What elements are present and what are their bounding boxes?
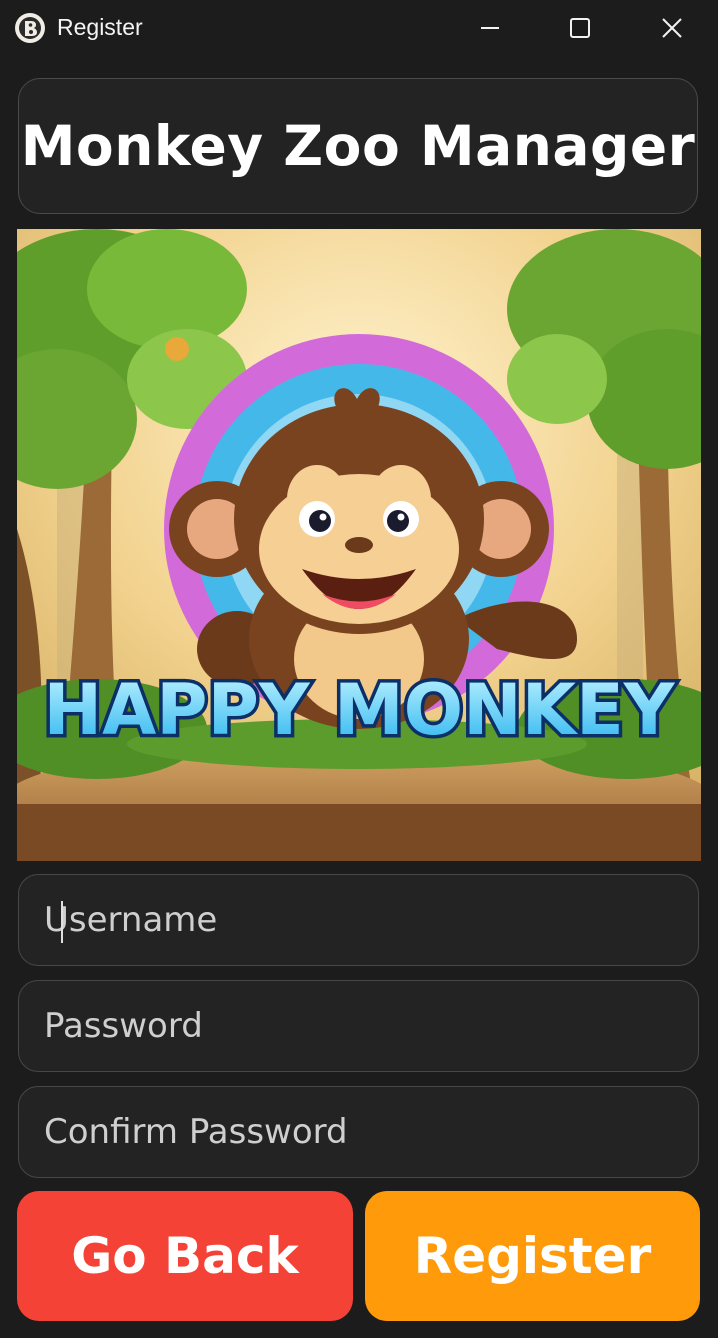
confirm-password-field[interactable] — [18, 1086, 699, 1178]
minimize-icon[interactable] — [470, 10, 510, 46]
go-back-button[interactable]: Go Back — [17, 1191, 353, 1321]
close-icon[interactable] — [652, 10, 692, 46]
register-button[interactable]: Register — [365, 1191, 700, 1321]
page-title: Monkey Zoo Manager — [20, 114, 696, 178]
app-logo-icon — [15, 13, 45, 43]
hero-logo-text: HAPPY MONKEY — [44, 669, 676, 751]
text-cursor — [61, 901, 63, 943]
maximize-icon[interactable] — [560, 10, 600, 46]
password-input[interactable] — [19, 981, 698, 1071]
confirm-password-input[interactable] — [19, 1087, 698, 1177]
hero-image: HAPPY MONKEY — [17, 229, 701, 861]
header-card: Monkey Zoo Manager — [18, 78, 698, 214]
window-title: Register — [57, 14, 143, 40]
username-field[interactable] — [18, 874, 699, 966]
title-bar: Register — [0, 0, 718, 56]
username-input[interactable] — [19, 875, 698, 965]
monkey-mascot-illustration: HAPPY MONKEY — [17, 229, 701, 861]
password-field[interactable] — [18, 980, 699, 1072]
